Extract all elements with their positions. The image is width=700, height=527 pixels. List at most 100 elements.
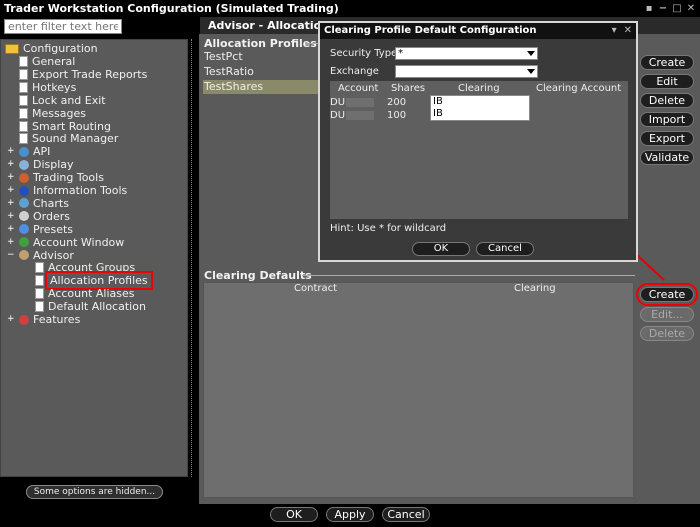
delete-clearing-button[interactable]: Delete	[640, 326, 694, 341]
expand-icon[interactable]: +	[7, 173, 15, 182]
expand-icon[interactable]: +	[7, 211, 15, 220]
create-clearing-button[interactable]: Create	[636, 283, 698, 306]
tree-item[interactable]: Allocation Profiles	[35, 271, 153, 291]
tree-item-label: Features	[33, 313, 81, 326]
expand-icon[interactable]: +	[7, 160, 15, 169]
edit-clearing-button[interactable]: Edit...	[640, 307, 694, 322]
security-type-select[interactable]: *	[395, 47, 538, 60]
profile-item[interactable]: TestPct	[203, 50, 323, 64]
create-profile-button[interactable]: Create	[640, 55, 694, 70]
window-controls: ▪ − □ ✕	[644, 0, 696, 17]
tree-item-label: Hotkeys	[32, 80, 77, 94]
expand-icon[interactable]: +	[7, 224, 15, 233]
tools-icon	[19, 172, 29, 183]
shares-cell[interactable]: 100	[387, 110, 406, 121]
clearing-cell[interactable]: IB	[431, 96, 529, 108]
tree-item[interactable]: − Advisor	[7, 249, 74, 262]
tree-item[interactable]: General	[19, 55, 75, 68]
expand-icon[interactable]: +	[7, 237, 15, 246]
dialog-titlebar[interactable]: Clearing Profile Default Configuration ▾…	[320, 23, 636, 39]
tree-item-label: Default Allocation	[48, 300, 146, 314]
tree-item[interactable]: Export Trade Reports	[19, 68, 147, 81]
tree-item-label: Account Groups	[48, 261, 136, 275]
tree-item[interactable]: Hotkeys	[19, 81, 76, 94]
clearing-cell[interactable]: IB	[431, 108, 529, 120]
expand-icon[interactable]: +	[7, 186, 15, 195]
document-icon	[19, 107, 28, 119]
column-header-clearing-account[interactable]: Clearing Account	[536, 83, 621, 94]
account-cell[interactable]: DU	[330, 97, 375, 108]
account-cell[interactable]: DU	[330, 110, 375, 121]
edit-profile-button[interactable]: Edit	[640, 74, 694, 89]
column-header-clearing[interactable]: Clearing	[514, 283, 556, 294]
apply-button[interactable]: Apply	[326, 507, 374, 522]
cancel-button[interactable]: Cancel	[382, 507, 430, 522]
clearing-input-box[interactable]: IB IB	[430, 95, 530, 121]
tree-item[interactable]: Lock and Exit	[19, 94, 106, 107]
panel-divider[interactable]	[191, 39, 195, 477]
tree-item-label: Smart Routing	[32, 119, 111, 133]
maximize-icon[interactable]: □	[672, 0, 682, 17]
shares-cell[interactable]: 200	[387, 97, 406, 108]
tree-item[interactable]: Account Aliases	[35, 287, 135, 300]
tree-item-label: General	[32, 55, 76, 68]
dialog-controls: ▾ ✕	[612, 23, 632, 39]
hidden-options-button[interactable]: Some options are hidden...	[26, 485, 163, 499]
tree-item[interactable]: Sound Manager	[19, 132, 118, 145]
filter-input[interactable]	[4, 19, 122, 34]
tree-item[interactable]: + Orders	[7, 210, 70, 223]
close-icon[interactable]: ✕	[686, 0, 696, 17]
tree-item[interactable]: + Features	[7, 313, 81, 326]
validate-profile-button[interactable]: Validate	[640, 150, 694, 165]
document-icon	[35, 262, 44, 274]
tree-root-label: Configuration	[23, 42, 98, 55]
clearing-profile-dialog: Clearing Profile Default Configuration ▾…	[318, 21, 638, 262]
expand-icon[interactable]: +	[7, 315, 15, 324]
account-prefix: DU	[330, 110, 346, 121]
tree-item[interactable]: Default Allocation	[35, 300, 146, 313]
security-type-label: Security Type	[330, 48, 398, 59]
delete-profile-button[interactable]: Delete	[640, 93, 694, 108]
column-header-clearing[interactable]: Clearing	[458, 83, 500, 94]
dialog-menu-icon[interactable]: ▾	[612, 25, 617, 36]
ok-button[interactable]: OK	[270, 507, 318, 522]
tree-item-label: API	[33, 145, 51, 159]
dialog-cancel-button[interactable]: Cancel	[476, 242, 534, 256]
pin-icon[interactable]: ▪	[644, 0, 654, 17]
tree-item[interactable]: Account Groups	[35, 261, 135, 274]
expand-icon[interactable]: +	[7, 147, 15, 156]
tree-item[interactable]: + Account Window	[7, 236, 124, 249]
document-icon	[19, 94, 28, 106]
tree-item[interactable]: Messages	[19, 107, 86, 120]
profile-item-selected[interactable]: TestShares	[203, 80, 323, 94]
exchange-select[interactable]	[395, 65, 538, 78]
collapse-icon[interactable]: −	[7, 250, 15, 259]
tree-item[interactable]: + Information Tools	[7, 184, 127, 197]
display-icon	[19, 159, 29, 170]
column-header-contract[interactable]: Contract	[294, 283, 337, 294]
tree-item[interactable]: Smart Routing	[19, 120, 111, 133]
dialog-title: Clearing Profile Default Configuration	[324, 25, 537, 36]
chart-icon	[19, 198, 29, 209]
clearing-defaults-table[interactable]	[203, 282, 634, 498]
tree-root[interactable]: Configuration	[5, 42, 98, 55]
dialog-close-icon[interactable]: ✕	[624, 25, 632, 36]
tree-item[interactable]: + Charts	[7, 197, 69, 210]
import-profile-button[interactable]: Import	[640, 112, 694, 127]
column-header-shares[interactable]: Shares	[391, 83, 425, 94]
tree-item-label: Display	[33, 158, 74, 172]
tree-item[interactable]: + Presets	[7, 222, 74, 236]
minimize-icon[interactable]: −	[658, 0, 668, 17]
chevron-down-icon	[527, 69, 535, 74]
tree-item[interactable]: + API	[7, 145, 51, 159]
expand-icon[interactable]: +	[7, 198, 15, 207]
tree-item-label: Presets	[33, 222, 74, 236]
tree-item[interactable]: + Trading Tools	[7, 171, 104, 184]
profile-item[interactable]: TestRatio	[203, 65, 323, 79]
column-header-account[interactable]: Account	[338, 83, 378, 94]
folder-icon	[5, 43, 19, 54]
export-profile-button[interactable]: Export	[640, 131, 694, 146]
tree-item[interactable]: + Display	[7, 158, 74, 172]
document-icon	[19, 81, 28, 93]
dialog-ok-button[interactable]: OK	[412, 242, 470, 256]
